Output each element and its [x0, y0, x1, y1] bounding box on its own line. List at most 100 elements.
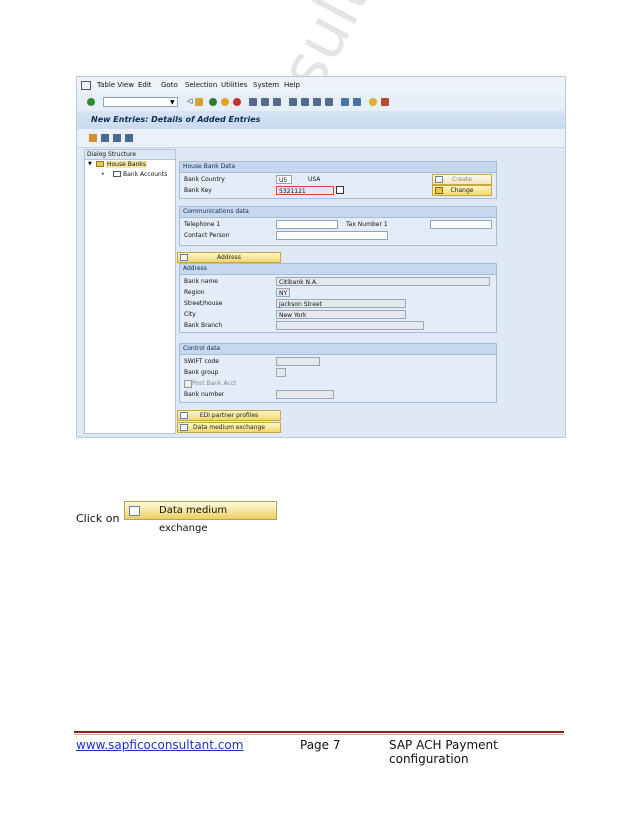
cancel-icon[interactable] [233, 98, 241, 106]
search-help-icon[interactable] [336, 186, 344, 194]
back-icon[interactable] [209, 98, 217, 106]
menu-bar: Table View Edit Goto Selection Utilities… [77, 77, 565, 95]
contact-person-input[interactable] [276, 231, 388, 240]
edi-icon [180, 412, 188, 419]
address-button-label: Address [217, 254, 241, 261]
edit-pencil-icon[interactable] [89, 134, 97, 142]
address-icon [180, 254, 188, 261]
tree-bullet: • [101, 171, 105, 178]
prev-page-icon[interactable] [301, 98, 309, 106]
menu-system[interactable]: System [253, 81, 279, 89]
address-header: Address [180, 264, 496, 275]
back-arrow-icon[interactable]: ◁ [187, 97, 195, 105]
bank-country-label: Bank Country [184, 176, 225, 183]
page-number: Page 7 [300, 738, 341, 752]
folder-icon [113, 171, 121, 177]
last-page-icon[interactable] [325, 98, 333, 106]
dme-large-label: Data medium exchange [159, 505, 228, 534]
swift-code-label: SWIFT code [184, 358, 219, 365]
find-next-icon[interactable] [273, 98, 281, 106]
create-button-label: Create [452, 176, 472, 183]
delete-icon[interactable] [101, 134, 109, 142]
find-icon[interactable] [261, 98, 269, 106]
house-bank-data-header: House Bank Data [180, 162, 496, 173]
menu-icon[interactable] [81, 81, 91, 90]
data-medium-exchange-large-button[interactable]: Data medium exchange [124, 501, 277, 534]
title-bar: New Entries: Details of Added Entries [77, 111, 565, 130]
footer-rule-thin [74, 734, 564, 735]
data-medium-exchange-button[interactable]: Data medium exchange [177, 422, 281, 433]
expand-arrow-icon[interactable]: ▼ [88, 161, 92, 167]
bank-key-input[interactable]: 5321121 [276, 186, 334, 195]
change-button[interactable]: Change [432, 185, 492, 196]
command-field[interactable] [103, 97, 178, 107]
menu-help[interactable]: Help [284, 81, 300, 89]
menu-utilities[interactable]: Utilities [221, 81, 247, 89]
control-data-group: Control data SWIFT code Bank group Post … [179, 343, 497, 403]
bank-group-label: Bank group [184, 369, 219, 376]
swift-code-field [276, 357, 320, 366]
next-page-icon[interactable] [313, 98, 321, 106]
application-toolbar [77, 129, 565, 148]
bank-country-name: USA [308, 176, 321, 183]
dme-large-icon [129, 506, 140, 516]
bank-name-field: Citibank N.A. [276, 277, 490, 286]
dialog-structure-header: Dialog Structure [87, 151, 136, 158]
dialog-structure-panel: Dialog Structure ▼ House Banks • Bank Ac… [84, 149, 176, 434]
city-label: City [184, 311, 196, 318]
street-label: Street/house [184, 300, 223, 307]
city-field: New York [276, 310, 406, 319]
print-icon[interactable] [249, 98, 257, 106]
help-icon[interactable] [369, 98, 377, 106]
region-field: NY [276, 288, 290, 297]
exit-icon[interactable] [221, 98, 229, 106]
tax-number-label: Tax Number 1 [346, 221, 388, 228]
post-bank-label: Post Bank Acct [192, 380, 237, 387]
new-session-icon[interactable] [341, 98, 349, 106]
standard-toolbar: ▼ ◁ [77, 94, 565, 112]
layout-icon[interactable] [381, 98, 389, 106]
shortcut-icon[interactable] [353, 98, 361, 106]
bank-number-label: Bank number [184, 391, 225, 398]
first-page-icon[interactable] [289, 98, 297, 106]
edi-partner-profiles-button[interactable]: EDI partner profiles [177, 410, 281, 421]
edi-button-label: EDI partner profiles [199, 412, 259, 419]
address-button[interactable]: Address [177, 252, 281, 263]
footer-rule [74, 731, 564, 733]
menu-goto[interactable]: Goto [161, 81, 178, 89]
contact-person-label: Contact Person [184, 232, 230, 239]
dropdown-icon[interactable]: ▼ [170, 99, 175, 106]
bank-number-field [276, 390, 334, 399]
folder-open-icon [96, 161, 104, 167]
sap-window: Table View Edit Goto Selection Utilities… [76, 76, 566, 438]
document-title: SAP ACH Payment configuration [389, 738, 498, 766]
house-bank-data-group: House Bank Data Bank Country US USA Bank… [179, 161, 497, 199]
tree-item-house-banks[interactable]: House Banks [106, 161, 147, 168]
post-bank-checkbox[interactable] [184, 380, 192, 388]
telephone-input[interactable] [276, 220, 338, 229]
enter-icon[interactable] [87, 98, 95, 106]
save-icon[interactable] [195, 98, 203, 106]
pencil-icon [435, 187, 443, 194]
next-entry-icon[interactable] [125, 134, 133, 142]
click-instruction: Click on [76, 512, 120, 525]
menu-selection[interactable]: Selection [185, 81, 217, 89]
bank-country-input[interactable]: US [276, 175, 292, 184]
menu-edit[interactable]: Edit [138, 81, 152, 89]
bank-branch-label: Bank Branch [184, 322, 223, 329]
create-icon [435, 176, 443, 183]
previous-entry-icon[interactable] [113, 134, 121, 142]
telephone-label: Telephone 1 [184, 221, 221, 228]
change-button-label: Change [450, 187, 474, 194]
communications-data-header: Communications data [180, 207, 496, 218]
website-link[interactable]: www.sapficoconsultant.com [76, 738, 243, 752]
bank-key-label: Bank Key [184, 187, 212, 194]
create-button[interactable]: Create [432, 174, 492, 185]
address-group: Address Bank name Citibank N.A. Region N… [179, 263, 497, 333]
region-label: Region [184, 289, 205, 296]
tree-item-bank-accounts[interactable]: Bank Accounts [123, 171, 167, 178]
menu-table-view[interactable]: Table View [97, 81, 134, 89]
dme-icon [180, 424, 188, 431]
tax-number-input[interactable] [430, 220, 492, 229]
communications-data-group: Communications data Telephone 1 Tax Numb… [179, 206, 497, 246]
